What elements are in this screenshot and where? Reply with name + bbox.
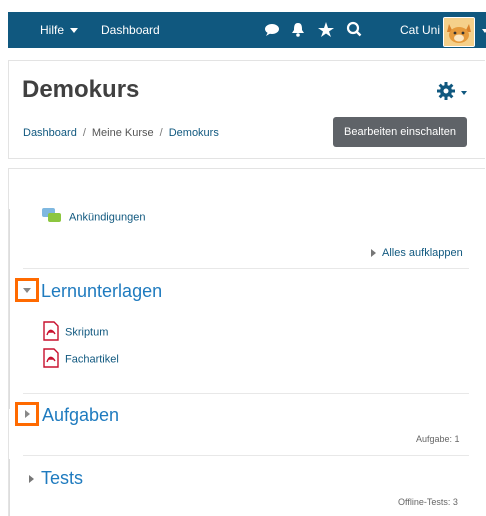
avatar[interactable] <box>443 17 475 47</box>
divider <box>23 455 469 456</box>
breadcrumb-my-courses: Meine Kurse <box>91 127 154 139</box>
breadcrumb-separator: / <box>159 127 163 139</box>
expand-all-link[interactable]: Alles aufklappen <box>371 247 463 259</box>
section-title-aufgaben[interactable]: Aufgaben <box>42 405 119 426</box>
announcements-label: Ankündigungen <box>69 211 146 224</box>
divider <box>23 268 469 269</box>
section-rule <box>9 459 10 516</box>
breadcrumb-course[interactable]: Demokurs <box>169 127 219 139</box>
pdf-icon <box>43 348 59 371</box>
gear-icon[interactable] <box>436 81 456 101</box>
section-title-tests[interactable]: Tests <box>41 468 83 489</box>
page-header: Demokurs Dashboard / Meine Kurse / Demokurs … <box>8 60 485 159</box>
file-label: Skriptum <box>65 326 109 339</box>
expand-all-label: Alles aufklappen <box>382 247 463 259</box>
help-menu[interactable]: Hilfe <box>40 12 79 48</box>
section-rule <box>9 209 10 409</box>
file-item[interactable]: Skriptum <box>43 321 108 344</box>
section-title-lernunterlagen[interactable]: Lernunterlagen <box>41 281 162 302</box>
caret-down-icon <box>23 288 31 293</box>
announcements-link[interactable]: Ankündigungen <box>41 207 145 228</box>
forum-icon <box>41 207 63 228</box>
caret-right-icon[interactable] <box>29 475 34 483</box>
user-menu-chevron-icon[interactable] <box>482 29 486 33</box>
dashboard-link[interactable]: Dashboard <box>101 12 160 48</box>
top-navbar: Hilfe Dashboard Cat Uni <box>8 12 486 48</box>
divider <box>23 393 469 394</box>
breadcrumb-separator: / <box>82 127 86 139</box>
pdf-icon <box>43 321 59 344</box>
chat-icon[interactable] <box>263 20 281 40</box>
star-icon[interactable] <box>317 20 335 40</box>
chevron-down-icon <box>70 28 79 34</box>
section-expand-toggle[interactable] <box>15 402 39 426</box>
caret-right-icon <box>25 410 30 418</box>
user-name[interactable]: Cat Uni <box>400 12 440 48</box>
caret-right-icon <box>371 249 376 258</box>
help-menu-label: Hilfe <box>40 23 65 37</box>
edit-mode-button[interactable]: Bearbeiten einschalten <box>333 117 467 147</box>
page-title: Demokurs <box>22 76 140 103</box>
section-summary: Offline-Tests: 3 <box>398 497 458 507</box>
bell-icon[interactable] <box>289 20 307 40</box>
search-icon[interactable] <box>345 20 363 40</box>
section-summary: Aufgabe: 1 <box>416 434 460 444</box>
course-content: Ankündigungen Alles aufklappen Lernunter… <box>8 168 485 516</box>
chevron-down-icon[interactable] <box>461 91 467 95</box>
file-item[interactable]: Fachartikel <box>43 348 119 371</box>
file-label: Fachartikel <box>65 353 119 366</box>
section-collapse-toggle[interactable] <box>15 278 39 302</box>
breadcrumb-dashboard[interactable]: Dashboard <box>23 127 77 139</box>
breadcrumb: Dashboard / Meine Kurse / Demokurs <box>23 127 219 139</box>
